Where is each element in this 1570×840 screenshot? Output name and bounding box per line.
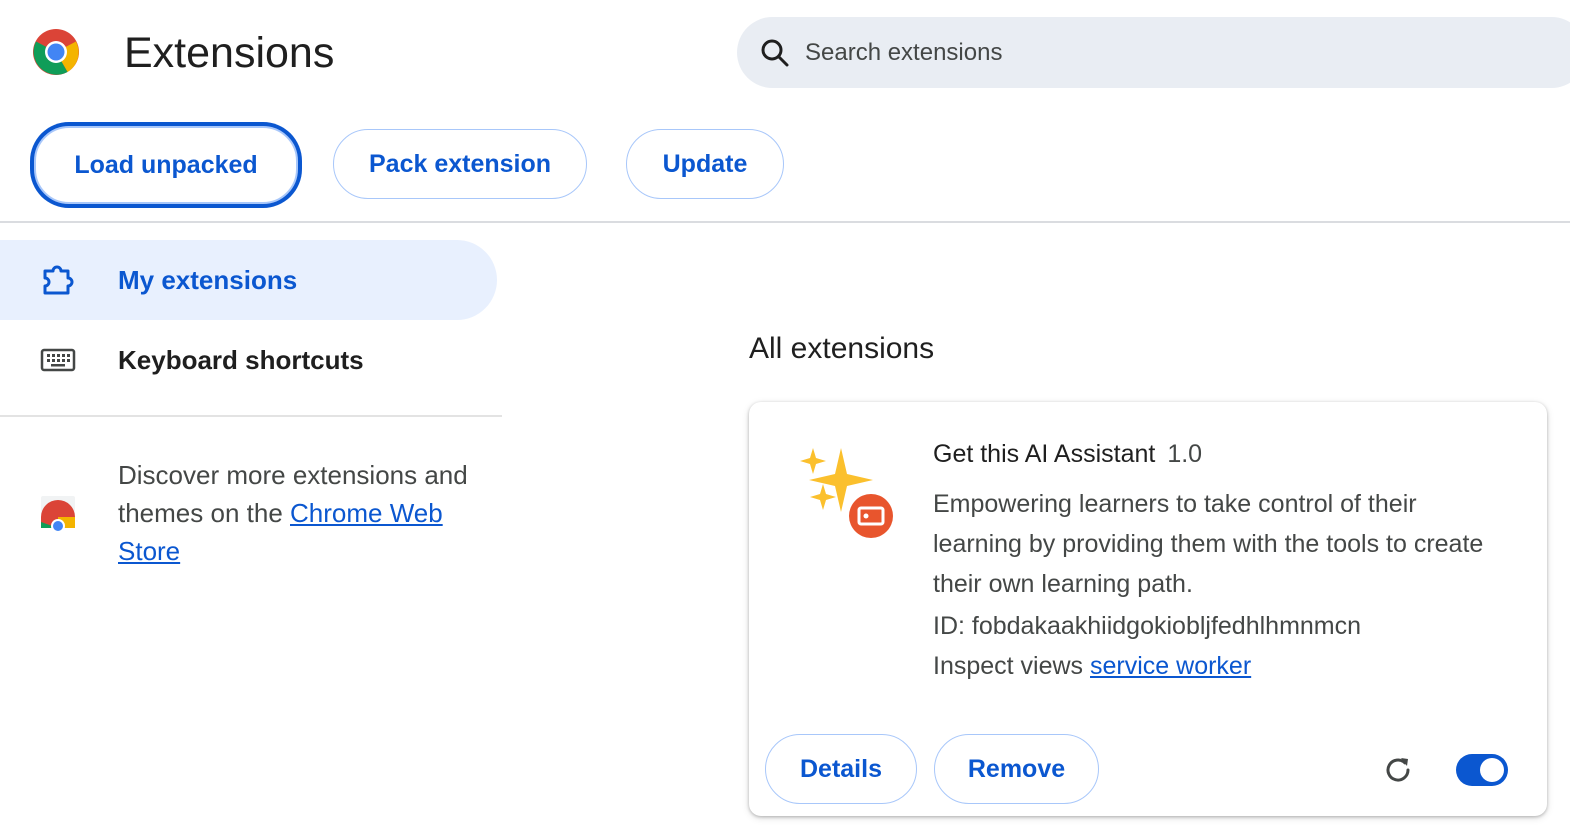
sidebar-item-keyboard-shortcuts[interactable]: Keyboard shortcuts [0,320,497,400]
page-title: Extensions [124,29,335,77]
section-title: All extensions [749,332,935,365]
search-input[interactable] [805,33,1505,73]
inspect-views-label: Inspect views [933,652,1091,680]
update-button[interactable]: Update [626,129,784,199]
extension-card: Get this AI Assistant 1.0 Empowering lear… [749,402,1547,816]
search-icon [759,37,791,69]
sidebar-divider [0,415,502,417]
sidebar-item-label: My extensions [118,264,298,295]
details-button[interactable]: Details [765,734,917,804]
pack-extension-button[interactable]: Pack extension [333,129,587,199]
chrome-web-store-icon [38,492,78,533]
toolbar-divider [0,221,1570,223]
sparkles-icon [797,444,897,544]
extension-id: ID: fobdakaakhiidgokiobljfedhlhmnmcn [933,612,1362,640]
remove-button[interactable]: Remove [934,734,1099,804]
extension-version: 1.0 [1167,440,1203,468]
chrome-logo-icon [32,28,80,76]
extension-title: Get this AI Assistant 1.0 [933,440,1202,469]
sidebar-item-label: Keyboard shortcuts [118,344,364,375]
reload-icon[interactable] [1382,754,1414,786]
enable-toggle[interactable] [1456,754,1508,786]
extension-description: Empowering learners to take control of t… [933,490,1484,598]
toggle-knob [1480,758,1504,782]
extension-name: Get this AI Assistant [933,440,1156,468]
service-worker-link[interactable]: service worker [1090,652,1251,680]
load-unpacked-button[interactable]: Load unpacked [34,126,298,204]
keyboard-icon [40,342,76,378]
sidebar-item-my-extensions[interactable]: My extensions [0,240,497,320]
inspect-views: Inspect views service worker [933,652,1251,681]
search-bar[interactable] [737,17,1570,88]
puzzle-icon [40,262,76,298]
discover-text: Discover more extensions and themes on t… [118,456,488,570]
